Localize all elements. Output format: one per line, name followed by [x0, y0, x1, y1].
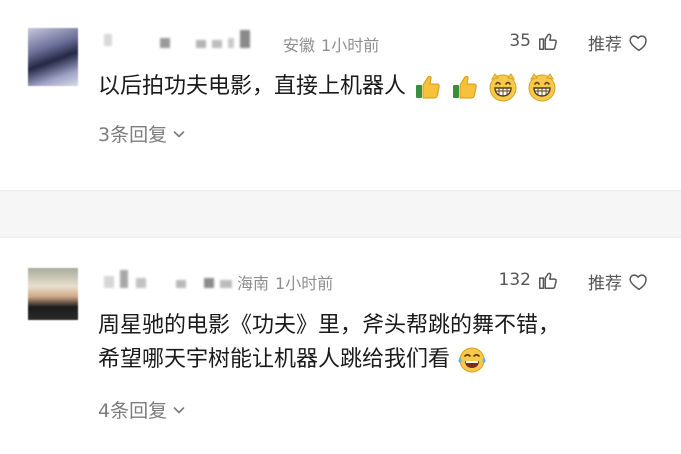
comment-body-line-1: 周星驰的电影《功夫》里，斧头帮跳的舞不错， — [98, 313, 561, 338]
chevron-down-icon — [173, 130, 185, 137]
timestamp: 1小时前 — [321, 36, 380, 55]
thumbs-up-icon — [539, 33, 557, 50]
thumbs-up-emoji-icon — [416, 75, 440, 99]
comment-separator — [0, 190, 681, 238]
like-count: 132 — [498, 270, 531, 290]
comment-body-line-2: 希望哪天宇树能让机器人跳给我们看 — [98, 347, 451, 372]
recommend-button[interactable]: 推荐 — [588, 269, 650, 294]
timestamp: 1小时前 — [275, 274, 334, 293]
like-count: 35 — [509, 31, 531, 51]
view-replies-button[interactable]: 4条回复 — [98, 396, 185, 423]
grin-emoji-icon — [528, 73, 556, 102]
thumbs-up-emoji-icon — [453, 75, 477, 99]
replies-label: 3条回复 — [98, 124, 168, 146]
like-button[interactable]: 132 — [499, 269, 559, 291]
view-replies-button[interactable]: 3条回复 — [98, 120, 185, 147]
replies-label: 4条回复 — [98, 400, 168, 422]
comment-text: 周星驰的电影《功夫》里，斧头帮跳的舞不错， 希望哪天宇树能让机器人跳给我们看 — [98, 309, 560, 377]
avatar[interactable] — [28, 28, 78, 86]
recommend-label: 推荐 — [588, 274, 622, 294]
chevron-down-icon — [173, 406, 185, 413]
heart-icon — [629, 273, 647, 290]
like-button[interactable]: 35 — [509, 30, 559, 52]
username-blurred[interactable] — [100, 268, 250, 292]
comment-meta: 安徽 1小时前 — [283, 32, 379, 56]
grin-emoji-icon — [489, 73, 517, 102]
laughing-tears-emoji-icon — [458, 347, 486, 373]
location: 海南 — [237, 274, 270, 293]
recommend-button[interactable]: 推荐 — [588, 30, 650, 55]
thumbs-up-icon — [539, 272, 557, 289]
recommend-label: 推荐 — [588, 35, 622, 55]
comment-text: 以后拍功夫电影，直接上机器人 — [98, 70, 558, 104]
location: 安徽 — [283, 36, 316, 55]
comment-body: 以后拍功夫电影，直接上机器人 — [98, 74, 407, 99]
comment-item: 安徽 1小时前 35 推荐 以后拍功夫电影，直接上机器人 3条回复 — [0, 0, 681, 190]
username-blurred[interactable] — [100, 28, 250, 52]
comment-item: 海南 1小时前 132 推荐 周星驰的电影《功夫》里，斧头帮跳的舞不错， 希望哪天… — [0, 262, 681, 454]
comment-meta: 海南 1小时前 — [237, 270, 333, 294]
avatar[interactable] — [28, 268, 78, 320]
heart-icon — [629, 34, 647, 51]
